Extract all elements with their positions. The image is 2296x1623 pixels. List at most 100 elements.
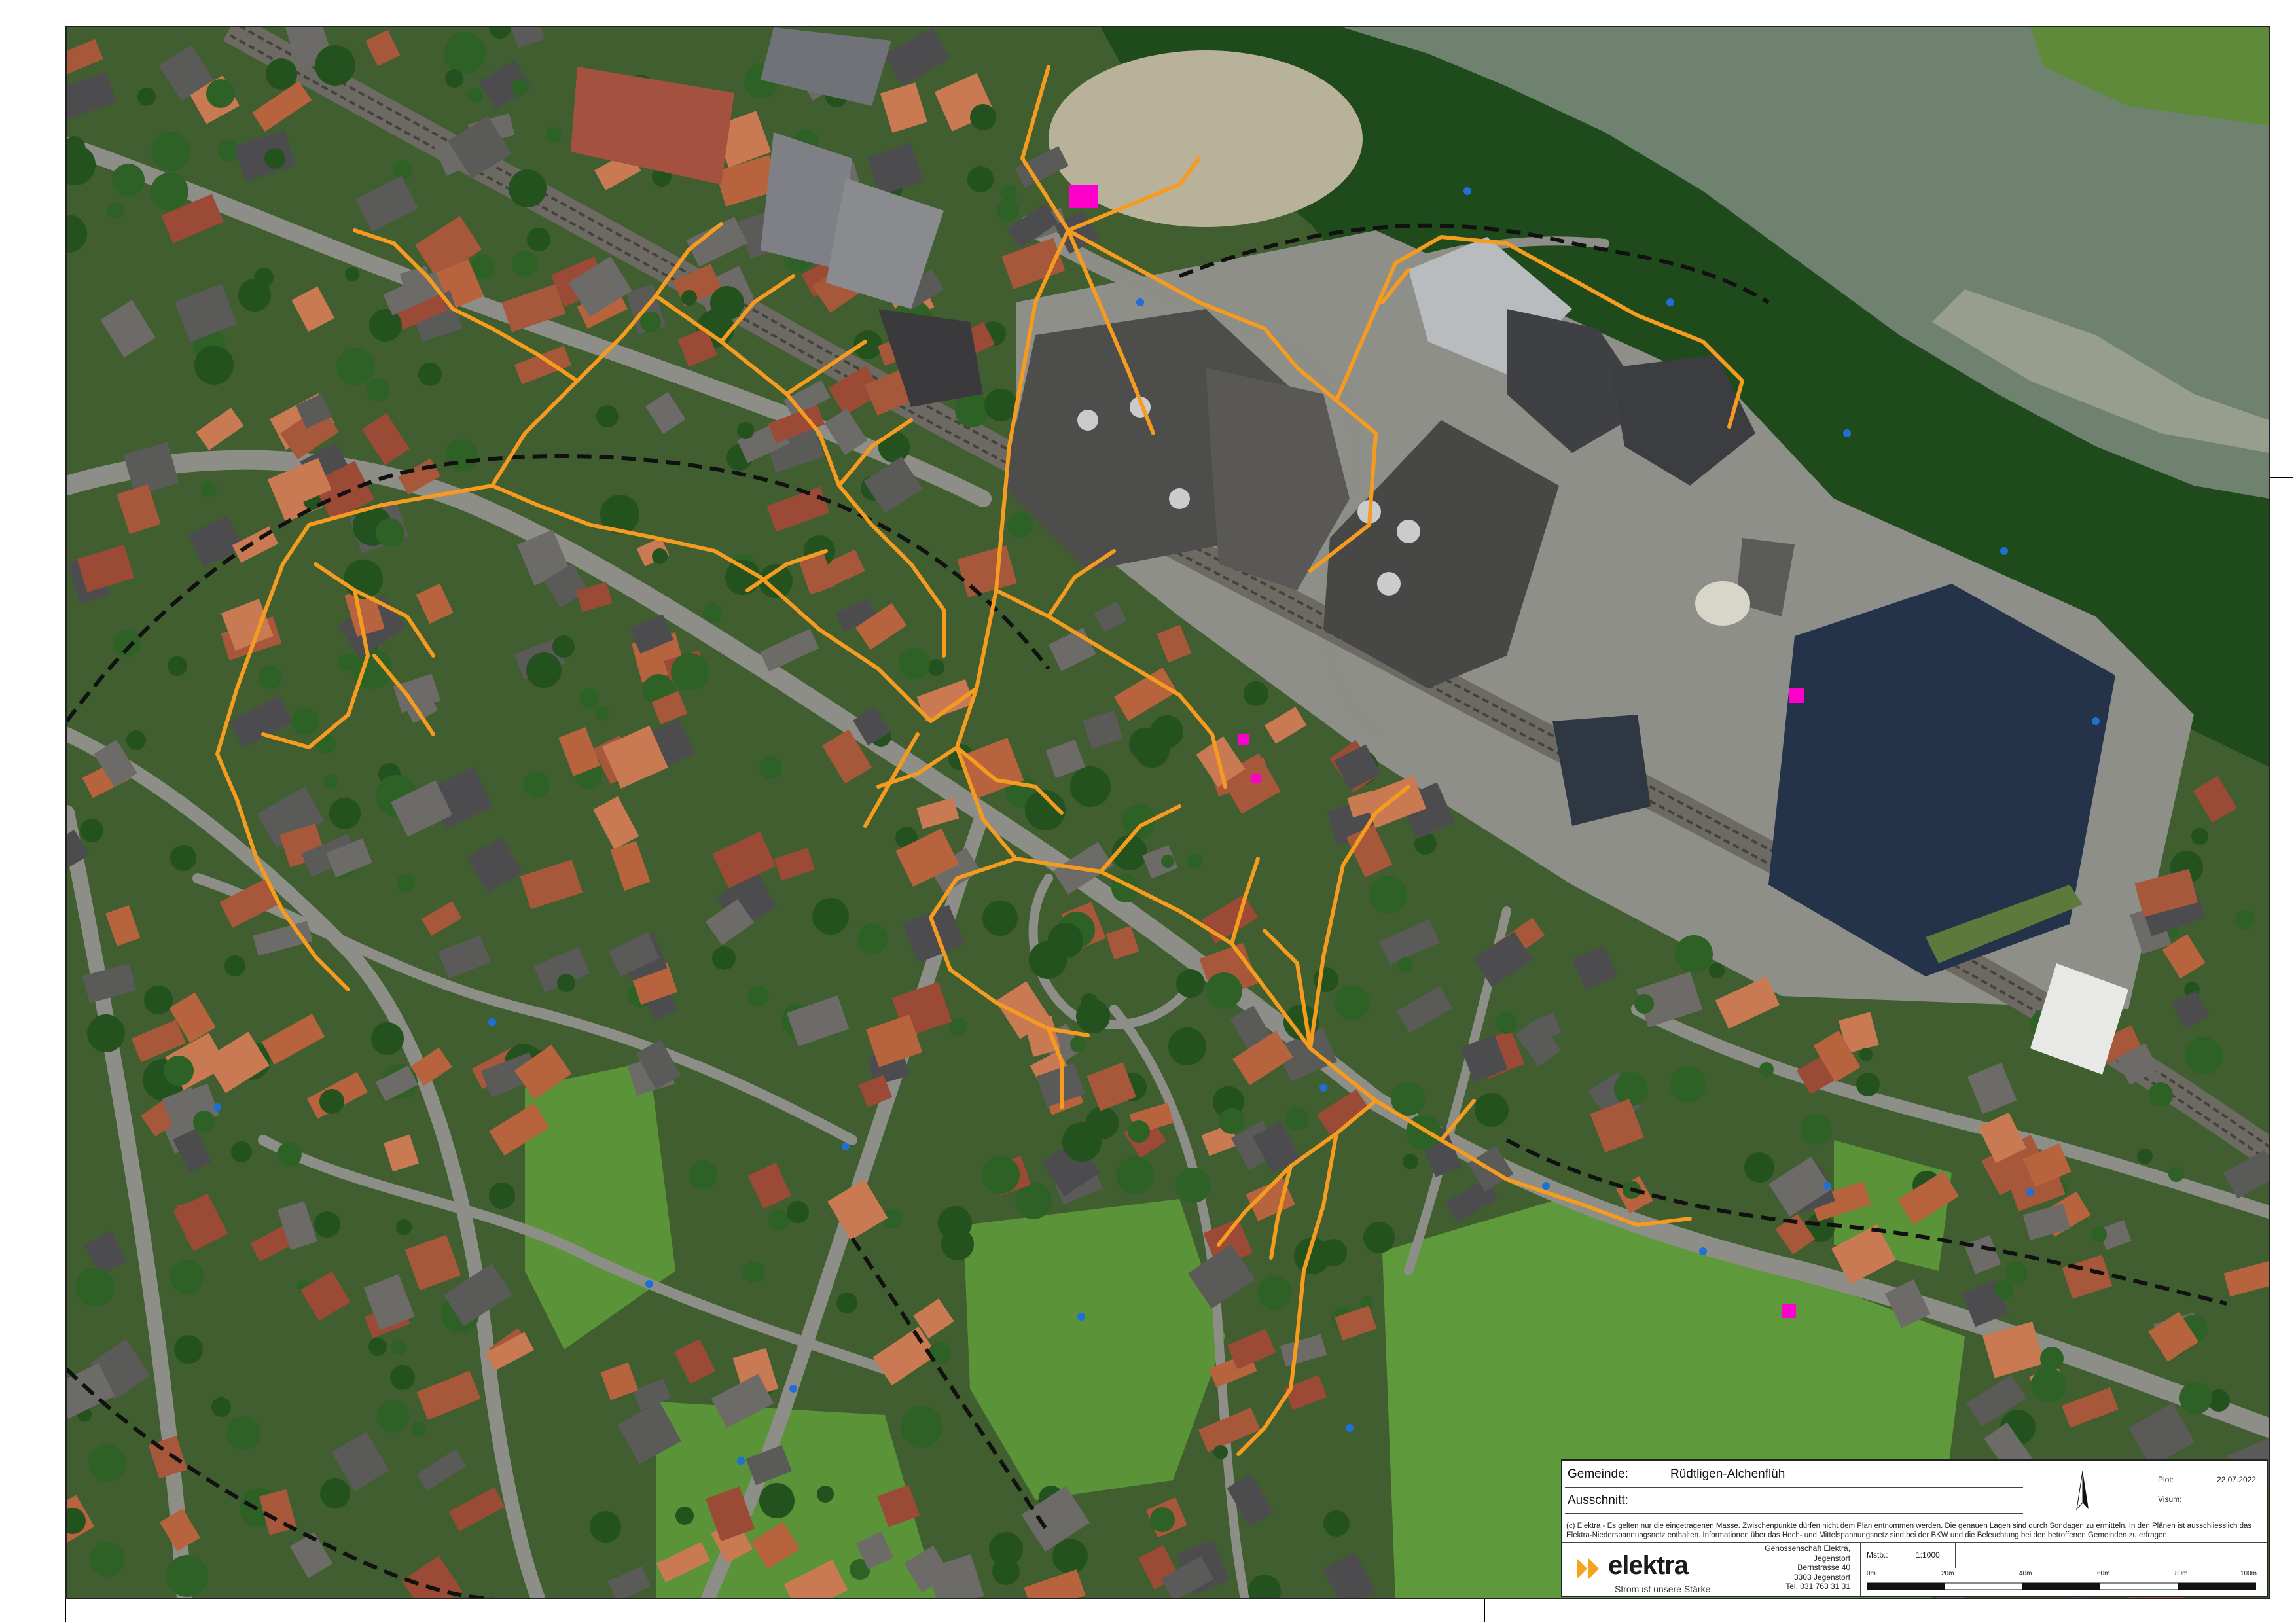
tree-canopy (1048, 923, 1083, 958)
tree-canopy (1759, 1062, 1774, 1077)
manhole (1843, 429, 1851, 437)
tree-canopy (1062, 1122, 1102, 1162)
tree-canopy (320, 1478, 350, 1508)
logo-text: elektra (1608, 1551, 1689, 1580)
tree-canopy (1150, 1507, 1175, 1532)
cabinet-marker (1069, 185, 1098, 208)
gemeinde-value: Rüdtligen-Alchenflüh (1670, 1467, 1785, 1481)
tree-canopy (2005, 1262, 2028, 1284)
circular-tank (1695, 581, 1750, 626)
tree-canopy (444, 32, 486, 74)
tree-canopy (2179, 1382, 2212, 1414)
tree-canopy (445, 439, 478, 472)
tree-canopy (2040, 1347, 2064, 1370)
tree-canopy (817, 1486, 834, 1503)
tree-canopy (1081, 993, 1098, 1010)
tree-canopy (137, 88, 156, 106)
tree-canopy (371, 1022, 404, 1055)
title-block: Gemeinde: Rüdtligen-Alchenflüh Ausschnit… (1561, 1459, 2268, 1598)
tree-canopy (206, 79, 235, 108)
tree-canopy (812, 898, 849, 935)
scale-tick-label: 40m (2019, 1570, 2032, 1577)
tb-divider (1955, 1542, 1956, 1568)
tree-canopy (329, 798, 361, 829)
tree-canopy (170, 1260, 204, 1294)
tb-divider (1565, 1487, 2023, 1488)
tree-canopy (168, 177, 183, 192)
tree-canopy (1175, 1168, 1211, 1203)
tree-canopy (168, 656, 187, 676)
address-line: Genossenschaft Elektra, (1765, 1544, 1850, 1553)
tree-canopy (595, 706, 609, 721)
tree-canopy (1219, 1108, 1245, 1134)
aerial-map[interactable] (67, 27, 2269, 1598)
tree-canopy (315, 45, 355, 86)
tree-canopy (970, 104, 996, 130)
tree-canopy (997, 200, 1019, 222)
tree-canopy (224, 955, 245, 976)
ausschnitt-label: Ausschnitt: (1568, 1493, 1628, 1507)
tb-divider (1565, 1513, 2023, 1514)
tree-canopy (984, 389, 1017, 421)
manhole (842, 1143, 850, 1150)
tb-divider-vertical (1860, 1542, 1861, 1598)
tree-canopy (1634, 994, 1654, 1014)
tree-canopy (737, 422, 754, 439)
scale-tick-label: 0m (1867, 1570, 1876, 1577)
tree-canopy (112, 164, 145, 196)
address-line: Bernstrasse 40 (1797, 1563, 1850, 1572)
tree-canopy (1403, 1154, 1418, 1169)
tree-canopy (411, 1421, 427, 1437)
tree-canopy (1363, 1222, 1395, 1253)
manhole (1346, 1424, 1354, 1432)
tree-canopy (366, 378, 389, 402)
tree-canopy (266, 58, 297, 90)
tree-canopy (1614, 1072, 1648, 1106)
cabinet-marker (1251, 774, 1261, 783)
tree-canopy (681, 290, 697, 306)
tree-canopy (759, 756, 782, 779)
tree-canopy (2191, 828, 2208, 845)
tree-canopy (1070, 766, 1111, 807)
tree-canopy (1994, 1280, 2013, 1300)
tree-canopy (955, 393, 989, 427)
tree-canopy (264, 148, 285, 169)
tree-canopy (579, 688, 599, 708)
tree-canopy (1213, 1445, 1228, 1459)
tree-canopy (193, 1111, 215, 1133)
tree-canopy (512, 251, 538, 277)
tree-canopy (2235, 910, 2255, 929)
manhole (1542, 1182, 1550, 1190)
tree-canopy (2185, 1037, 2223, 1075)
tree-canopy (1397, 957, 1413, 973)
map-view[interactable] (65, 26, 2270, 1599)
manhole (213, 1103, 221, 1111)
manhole (1319, 1084, 1327, 1092)
disclaimer-text: (c) Elektra - Es gelten nur die eingetra… (1566, 1522, 2252, 1539)
crop-mark-bottom-mid (1484, 1598, 1485, 1622)
tree-canopy (759, 1483, 795, 1518)
manhole (2092, 717, 2100, 725)
tree-canopy (1151, 715, 1183, 748)
tree-canopy (1675, 935, 1713, 973)
cabinet-marker (1789, 688, 1804, 703)
tree-canopy (277, 1142, 302, 1167)
tree-canopy (211, 1397, 231, 1417)
cabinet-marker (1782, 1304, 1796, 1318)
tree-canopy (107, 202, 124, 219)
tree-canopy (391, 1340, 406, 1355)
tree-canopy (1161, 855, 1174, 868)
tree-canopy (1128, 1120, 1150, 1143)
tree-canopy (982, 901, 1018, 936)
tree-canopy (390, 1365, 415, 1390)
tree-canopy (546, 127, 562, 143)
tree-canopy (336, 348, 374, 385)
tree-canopy (2137, 1149, 2153, 1164)
tree-canopy (418, 363, 442, 386)
tree-canopy (725, 560, 761, 595)
tree-canopy (369, 309, 402, 342)
tree-canopy (710, 286, 744, 320)
tree-canopy (113, 630, 140, 657)
tree-canopy (1323, 1510, 1350, 1537)
elektra-logo-icon (1577, 1558, 1599, 1579)
